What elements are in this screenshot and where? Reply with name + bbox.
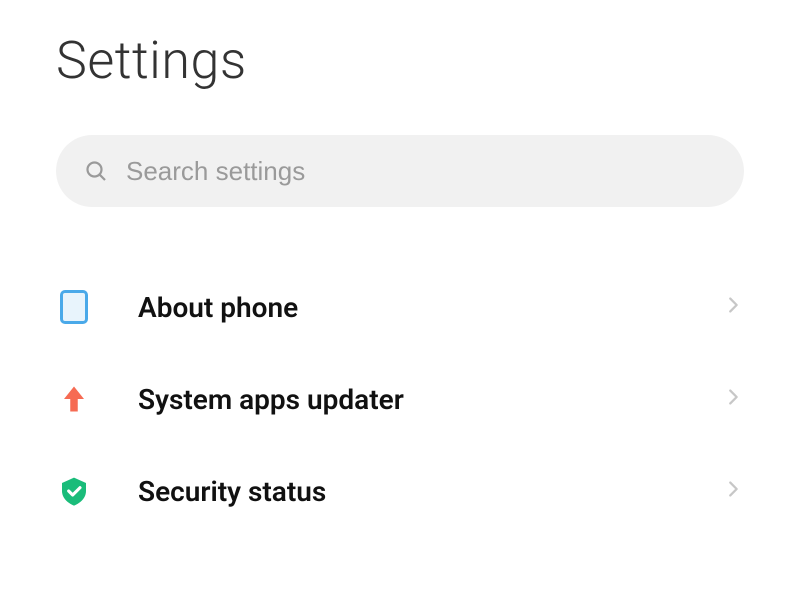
chevron-right-icon <box>722 386 744 412</box>
search-input[interactable] <box>126 156 716 187</box>
page-title: Settings <box>56 30 744 91</box>
search-icon <box>84 159 108 183</box>
shield-check-icon <box>56 473 92 509</box>
phone-outline-icon <box>56 289 92 325</box>
settings-item-system-apps-updater[interactable]: System apps updater <box>56 353 744 445</box>
settings-item-security-status[interactable]: Security status <box>56 445 744 537</box>
settings-item-label: About phone <box>138 291 722 324</box>
settings-item-label: System apps updater <box>138 383 722 416</box>
arrow-up-icon <box>56 381 92 417</box>
chevron-right-icon <box>722 478 744 504</box>
settings-item-about-phone[interactable]: About phone <box>56 261 744 353</box>
settings-list: About phone System apps updater <box>56 261 744 537</box>
settings-item-label: Security status <box>138 475 722 508</box>
search-bar[interactable] <box>56 135 744 207</box>
chevron-right-icon <box>722 294 744 320</box>
